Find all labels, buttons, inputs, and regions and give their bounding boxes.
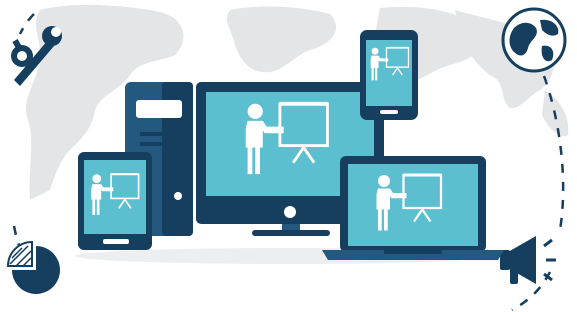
laptop (322, 156, 504, 260)
pie-chart-icon (6, 240, 60, 294)
tablet (78, 152, 152, 250)
devices-illustration (0, 0, 577, 312)
smartphone (360, 30, 418, 120)
globe-icon (501, 7, 567, 73)
megaphone-icon (500, 236, 556, 284)
